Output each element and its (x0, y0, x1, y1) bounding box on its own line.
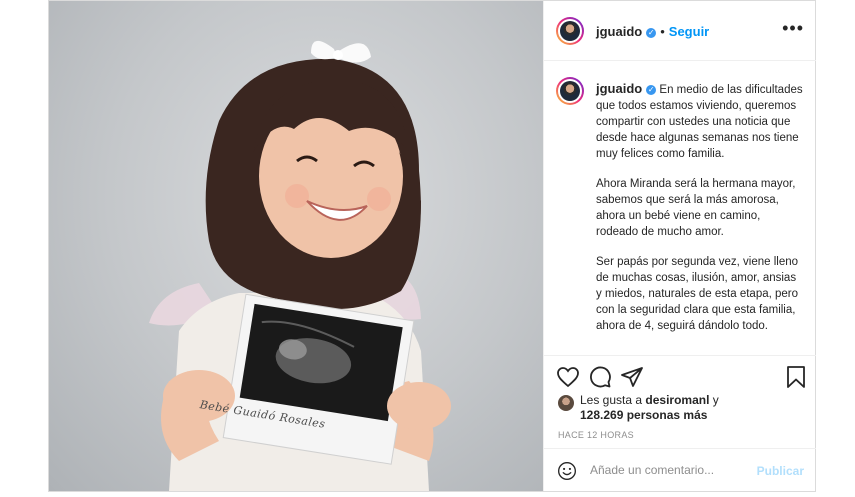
post-photo[interactable]: Bebé Guaidó Rosales (49, 1, 543, 491)
likes-prefix: Les gusta a (580, 393, 643, 407)
caption-paragraph-2: Ahora Miranda será la hermana mayor, sab… (596, 178, 796, 238)
caption-username[interactable]: jguaido (596, 81, 642, 96)
liker-username[interactable]: desiromanl (645, 393, 709, 407)
publish-button[interactable]: Publicar (757, 464, 804, 478)
emoji-icon[interactable] (557, 461, 577, 481)
caption-avatar[interactable] (556, 77, 584, 105)
bookmark-icon[interactable] (784, 365, 808, 389)
follow-button[interactable]: Seguir (669, 24, 709, 39)
caption-paragraph-3: Ser papás por segunda vez, viene lleno d… (596, 256, 799, 332)
instagram-post: Bebé Guaidó Rosales jguaido ✓ • Seguir ••• … (48, 0, 816, 492)
liker-avatar[interactable] (558, 395, 574, 411)
comment-input[interactable] (590, 463, 740, 477)
likes-conjunction: y (712, 393, 719, 407)
separator-dot: • (660, 24, 665, 39)
post-side-panel: jguaido ✓ • Seguir ••• jguaido ✓ En medio de… (543, 1, 816, 491)
likes-text: Les gusta a desiromanl y 128.269 persona… (580, 393, 719, 423)
heart-icon[interactable] (556, 365, 580, 389)
action-bar (556, 365, 808, 391)
avatar[interactable] (556, 17, 584, 45)
verified-badge-icon: ✓ (646, 28, 657, 38)
comment-icon[interactable] (588, 365, 612, 389)
comment-box: Publicar (544, 448, 816, 492)
share-icon[interactable] (620, 365, 644, 389)
caption-area: jguaido ✓ En medio de las dificultades qu… (544, 61, 816, 356)
caption-text: jguaido ✓ En medio de las dificultades qu… (596, 81, 804, 348)
more-options-icon[interactable]: ••• (782, 19, 804, 37)
verified-badge-icon: ✓ (646, 85, 657, 95)
post-timestamp[interactable]: HACE 12 HORAS (558, 430, 634, 440)
header-username[interactable]: jguaido (596, 24, 642, 39)
header-user-row: jguaido ✓ • Seguir (596, 23, 709, 41)
post-header: jguaido ✓ • Seguir ••• (544, 1, 816, 61)
likes-count[interactable]: 128.269 personas más (580, 408, 707, 422)
